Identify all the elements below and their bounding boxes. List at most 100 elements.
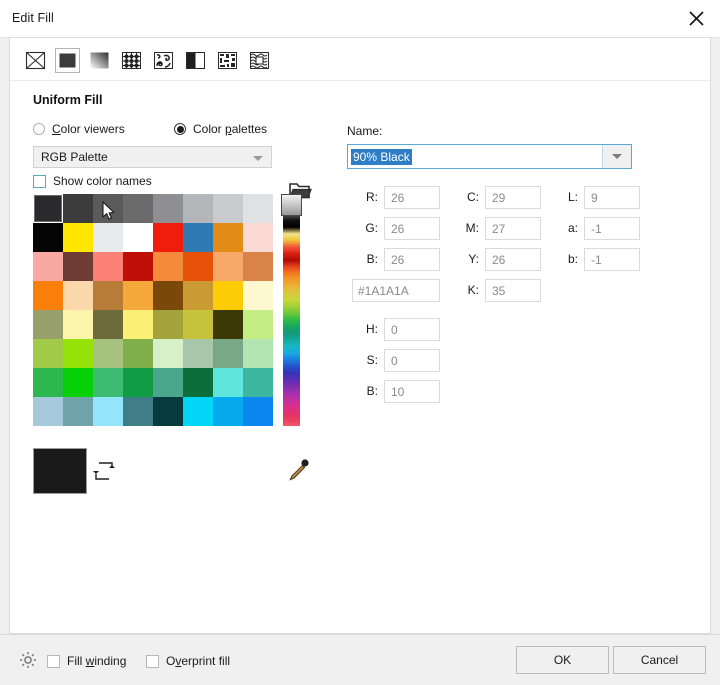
- field-b-lab-input[interactable]: -1: [584, 248, 640, 271]
- color-swatch[interactable]: [33, 281, 63, 310]
- color-swatch[interactable]: [123, 397, 153, 426]
- color-swatch[interactable]: [213, 281, 243, 310]
- color-swatch[interactable]: [243, 310, 273, 339]
- color-swatch[interactable]: [243, 368, 273, 397]
- color-name-combo[interactable]: 90% Black: [347, 144, 632, 169]
- field-k-input[interactable]: 35: [485, 279, 541, 302]
- color-swatch[interactable]: [63, 339, 93, 368]
- color-swatch[interactable]: [63, 281, 93, 310]
- color-name-input[interactable]: 90% Black: [348, 145, 602, 168]
- color-swatch[interactable]: [123, 310, 153, 339]
- color-swatch[interactable]: [93, 252, 123, 281]
- settings-button[interactable]: [19, 651, 37, 669]
- color-swatch[interactable]: [213, 252, 243, 281]
- swap-colors-button[interactable]: [93, 460, 115, 482]
- color-swatch[interactable]: [93, 223, 123, 252]
- cancel-button[interactable]: Cancel: [613, 646, 706, 674]
- fill-type-postscript-fill[interactable]: [247, 48, 272, 73]
- color-swatch[interactable]: [93, 310, 123, 339]
- field-hex-input[interactable]: #1A1A1A: [352, 279, 440, 302]
- radio-color-palettes[interactable]: Color palettes: [174, 122, 267, 136]
- color-swatch[interactable]: [93, 397, 123, 426]
- color-swatch[interactable]: [213, 223, 243, 252]
- show-color-names-checkbox[interactable]: Show color names: [33, 174, 152, 188]
- color-swatch[interactable]: [33, 368, 63, 397]
- color-swatch[interactable]: [243, 223, 273, 252]
- fill-type-uniform-fill[interactable]: [55, 48, 80, 73]
- palette-scrollbar[interactable]: [281, 194, 302, 426]
- field-a-input[interactable]: -1: [584, 217, 640, 240]
- color-swatch[interactable]: [213, 194, 243, 223]
- color-swatch[interactable]: [183, 339, 213, 368]
- ok-button[interactable]: OK: [516, 646, 609, 674]
- color-swatch[interactable]: [213, 310, 243, 339]
- color-swatch[interactable]: [213, 339, 243, 368]
- color-swatch[interactable]: [33, 194, 63, 223]
- color-swatch[interactable]: [63, 223, 93, 252]
- palette-scrollbar-thumb[interactable]: [281, 194, 302, 216]
- overprint-fill-checkbox[interactable]: Overprint fill: [146, 654, 230, 668]
- color-swatch[interactable]: [153, 252, 183, 281]
- color-swatch[interactable]: [123, 368, 153, 397]
- color-swatch[interactable]: [243, 281, 273, 310]
- color-swatch[interactable]: [123, 252, 153, 281]
- field-l-input[interactable]: 9: [584, 186, 640, 209]
- radio-color-viewers[interactable]: Color viewers: [33, 122, 125, 136]
- color-swatch[interactable]: [153, 281, 183, 310]
- color-swatch[interactable]: [183, 252, 213, 281]
- fill-type-texture-fill[interactable]: [215, 48, 240, 73]
- color-swatch[interactable]: [63, 252, 93, 281]
- eyedropper-button[interactable]: [284, 456, 312, 484]
- color-swatch[interactable]: [213, 397, 243, 426]
- color-swatch[interactable]: [153, 310, 183, 339]
- color-swatch[interactable]: [33, 397, 63, 426]
- color-swatch[interactable]: [123, 281, 153, 310]
- color-swatch[interactable]: [33, 252, 63, 281]
- color-swatch[interactable]: [243, 194, 273, 223]
- color-swatch[interactable]: [63, 310, 93, 339]
- color-swatch[interactable]: [33, 223, 63, 252]
- color-swatch[interactable]: [63, 397, 93, 426]
- color-swatch[interactable]: [93, 194, 123, 223]
- color-swatch[interactable]: [153, 368, 183, 397]
- color-swatch[interactable]: [243, 252, 273, 281]
- field-b-rgb-input[interactable]: 26: [384, 248, 440, 271]
- color-swatch[interactable]: [183, 368, 213, 397]
- color-swatch[interactable]: [93, 368, 123, 397]
- field-g-input[interactable]: 26: [384, 217, 440, 240]
- color-swatch[interactable]: [153, 339, 183, 368]
- field-m-input[interactable]: 27: [485, 217, 541, 240]
- field-s-input[interactable]: 0: [384, 349, 440, 372]
- field-y-input[interactable]: 26: [485, 248, 541, 271]
- color-swatch[interactable]: [153, 397, 183, 426]
- fill-type-bitmap-pattern-fill[interactable]: [151, 48, 176, 73]
- fill-type-two-color-pattern-fill[interactable]: [183, 48, 208, 73]
- color-swatch[interactable]: [33, 339, 63, 368]
- fill-type-vector-pattern-fill[interactable]: [119, 48, 144, 73]
- palette-select[interactable]: RGB Palette: [33, 146, 272, 168]
- color-swatch[interactable]: [213, 368, 243, 397]
- color-swatch[interactable]: [183, 310, 213, 339]
- color-swatch[interactable]: [153, 223, 183, 252]
- color-swatch[interactable]: [63, 194, 93, 223]
- color-swatch[interactable]: [153, 194, 183, 223]
- fill-type-fountain-fill[interactable]: [87, 48, 112, 73]
- field-b-hsb-input[interactable]: 10: [384, 380, 440, 403]
- color-swatch[interactable]: [123, 339, 153, 368]
- color-swatch[interactable]: [243, 397, 273, 426]
- color-swatch-grid[interactable]: [33, 194, 273, 426]
- color-swatch[interactable]: [123, 194, 153, 223]
- color-swatch[interactable]: [183, 397, 213, 426]
- color-name-dropdown-button[interactable]: [602, 145, 631, 168]
- close-button[interactable]: [676, 2, 716, 35]
- fill-type-no-fill[interactable]: [23, 48, 48, 73]
- color-swatch[interactable]: [123, 223, 153, 252]
- fill-winding-checkbox[interactable]: Fill winding: [47, 654, 126, 668]
- color-swatch[interactable]: [183, 223, 213, 252]
- color-swatch[interactable]: [93, 339, 123, 368]
- color-swatch[interactable]: [93, 281, 123, 310]
- color-swatch[interactable]: [243, 339, 273, 368]
- field-r-input[interactable]: 26: [384, 186, 440, 209]
- field-h-input[interactable]: 0: [384, 318, 440, 341]
- color-swatch[interactable]: [63, 368, 93, 397]
